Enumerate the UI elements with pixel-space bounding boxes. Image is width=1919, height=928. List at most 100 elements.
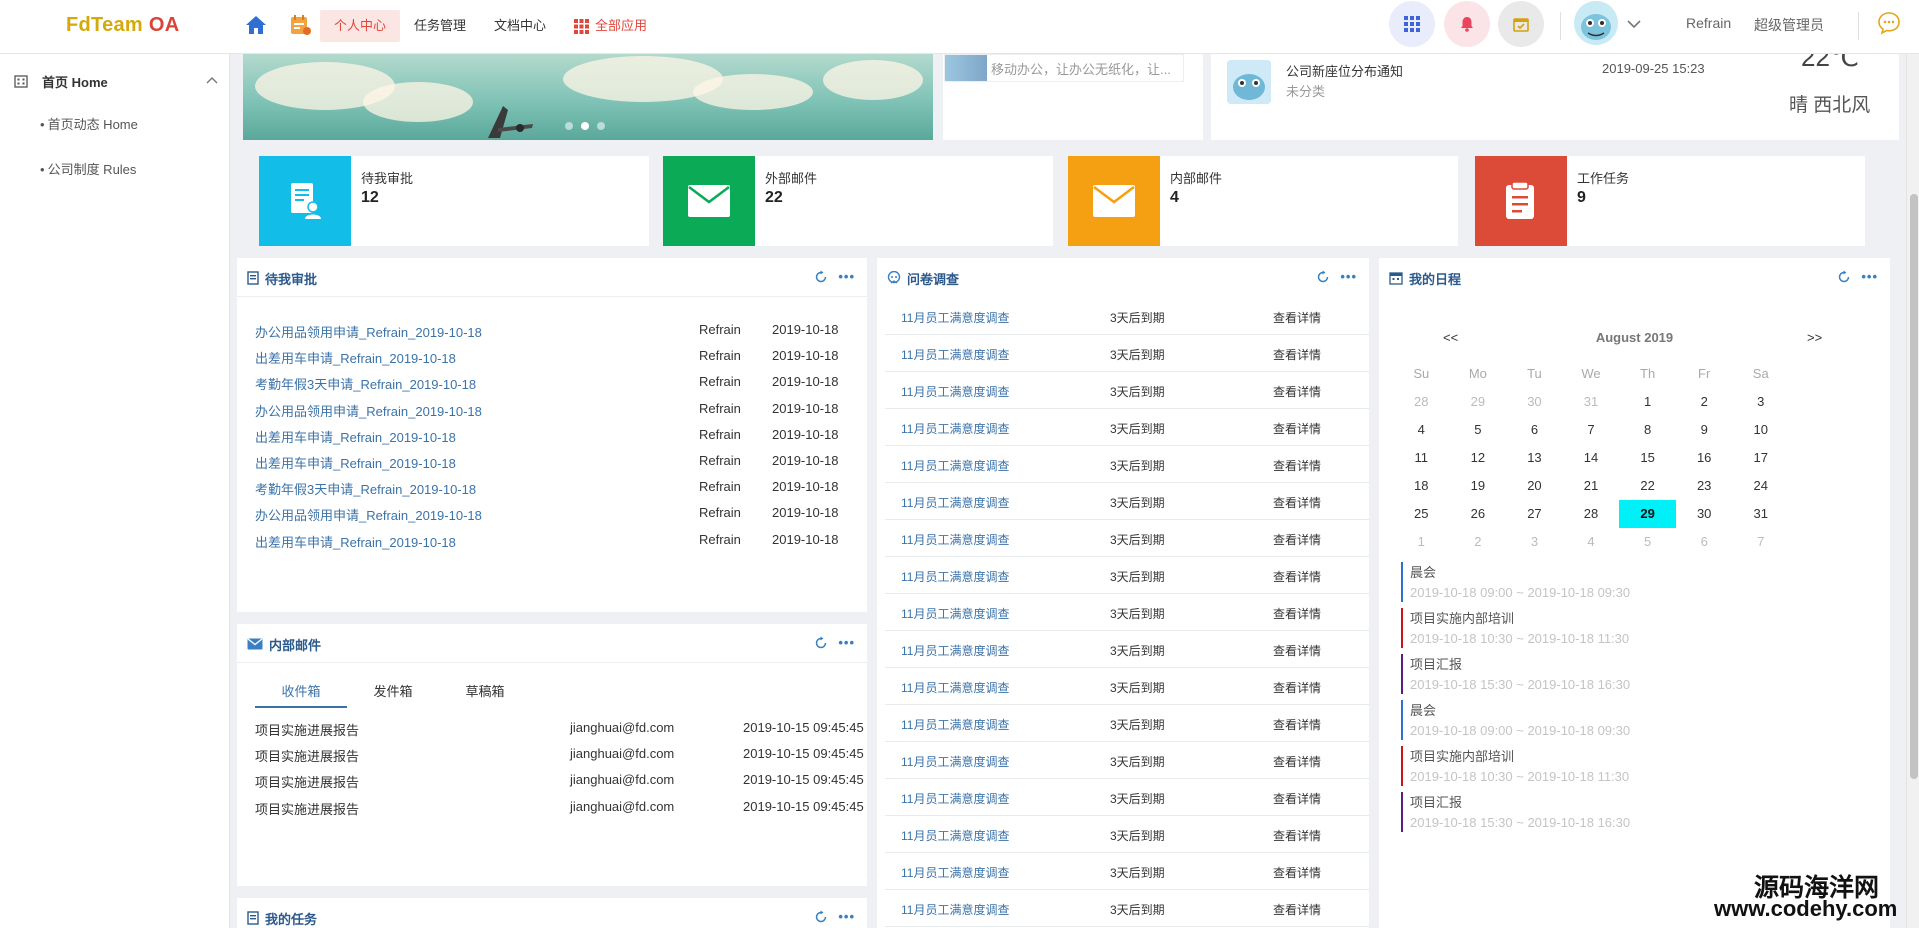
calendar-day[interactable]: 22 [1619, 472, 1676, 500]
approval-row[interactable]: 出差用车申请_Refrain_2019-10-18 Refrain 2019-10-… [255, 348, 867, 368]
approval-row[interactable]: 办公用品领用申请_Refrain_2019-10-18 Refrain 2019-1… [255, 401, 867, 421]
carousel-dot-active[interactable] [581, 122, 589, 130]
survey-name[interactable]: 11月员工满意度调查 [901, 827, 1009, 844]
sidebar-item-home-feed[interactable]: 首页动态 Home [40, 114, 138, 133]
mail-subject[interactable]: 项目实施进展报告 [255, 772, 359, 791]
calendar-day[interactable]: 15 [1619, 444, 1676, 472]
survey-name[interactable]: 11月员工满意度调查 [901, 679, 1009, 696]
calendar-app-icon[interactable] [288, 13, 312, 37]
calendar-day[interactable]: 14 [1563, 444, 1620, 472]
carousel-dot[interactable] [565, 122, 573, 130]
survey-name[interactable]: 11月员工满意度调查 [901, 605, 1009, 622]
approval-title[interactable]: 出差用车申请_Refrain_2019-10-18 [255, 532, 456, 551]
calendar-day[interactable]: 28 [1563, 500, 1620, 528]
tab-drafts[interactable]: 草稿箱 [439, 676, 531, 708]
notice-title[interactable]: 公司新座位分布通知 [1286, 61, 1403, 80]
approval-title[interactable]: 考勤年假3天申请_Refrain_2019-10-18 [255, 479, 476, 498]
survey-name[interactable]: 11月员工满意度调查 [901, 346, 1009, 363]
calendar-day[interactable]: 1 [1393, 528, 1450, 556]
survey-row[interactable]: 11月员工满意度调查 3天后到期 查看详情 [885, 668, 1369, 705]
calendar-day[interactable]: 30 [1676, 500, 1733, 528]
survey-name[interactable]: 11月员工满意度调查 [901, 383, 1009, 400]
survey-row[interactable]: 11月员工满意度调查 3天后到期 查看详情 [885, 816, 1369, 853]
survey-name[interactable]: 11月员工满意度调查 [901, 716, 1009, 733]
sidebar-section-home[interactable]: 首页 Home [14, 66, 219, 96]
calendar-day[interactable]: 30 [1506, 388, 1563, 416]
stat-card-external-mail[interactable]: 外部邮件 22 [663, 156, 1053, 246]
survey-name[interactable]: 11月员工满意度调查 [901, 790, 1009, 807]
survey-view-details-link[interactable]: 查看详情 [1273, 679, 1321, 696]
approval-row[interactable]: 办公用品领用申请_Refrain_2019-10-18 Refrain 2019-1… [255, 322, 867, 342]
tab-sent[interactable]: 发件箱 [347, 676, 439, 708]
refresh-icon[interactable] [1837, 270, 1851, 284]
calendar-day[interactable]: 3 [1732, 388, 1789, 416]
survey-row[interactable]: 11月员工满意度调查 3天后到期 查看详情 [885, 335, 1369, 372]
survey-row[interactable]: 11月员工满意度调查 3天后到期 查看详情 [885, 409, 1369, 446]
refresh-icon[interactable] [814, 636, 828, 650]
refresh-icon[interactable] [1316, 270, 1330, 284]
more-icon[interactable]: ••• [1861, 270, 1878, 283]
survey-row[interactable]: 11月员工满意度调查 3天后到期 查看详情 [885, 557, 1369, 594]
calendar-day[interactable]: 4 [1393, 416, 1450, 444]
schedule-event[interactable]: 晨会 2019-10-18 09:00 ~ 2019-10-18 09:30 [1401, 562, 1781, 602]
calendar-day[interactable]: 26 [1450, 500, 1507, 528]
calendar-day[interactable]: 28 [1393, 388, 1450, 416]
calendar-day[interactable]: 6 [1676, 528, 1733, 556]
survey-view-details-link[interactable]: 查看详情 [1273, 457, 1321, 474]
calendar-day[interactable]: 21 [1563, 472, 1620, 500]
nav-personal-center[interactable]: 个人中心 [320, 10, 401, 42]
more-icon[interactable]: ••• [838, 270, 855, 283]
stat-card-internal-mail[interactable]: 内部邮件 4 [1068, 156, 1458, 246]
survey-name[interactable]: 11月员工满意度调查 [901, 568, 1009, 585]
survey-name[interactable]: 11月员工满意度调查 [901, 864, 1009, 881]
calendar-day[interactable]: 2 [1676, 388, 1733, 416]
mail-row[interactable]: 项目实施进展报告 jianghuai@fd.com 2019-10-15 09:45… [255, 720, 867, 740]
carousel-dot[interactable] [597, 122, 605, 130]
calendar-day[interactable]: 6 [1506, 416, 1563, 444]
mail-subject[interactable]: 项目实施进展报告 [255, 746, 359, 765]
schedule-event[interactable]: 项目汇报 2019-10-18 15:30 ~ 2019-10-18 16:30 [1401, 654, 1781, 694]
survey-row[interactable]: 11月员工满意度调查 3天后到期 查看详情 [885, 853, 1369, 890]
calendar-day[interactable]: 2 [1450, 528, 1507, 556]
sidebar-item-rules[interactable]: 公司制度 Rules [40, 159, 137, 178]
survey-view-details-link[interactable]: 查看详情 [1273, 420, 1321, 437]
survey-row[interactable]: 11月员工满意度调查 3天后到期 查看详情 [885, 742, 1369, 779]
survey-name[interactable]: 11月员工满意度调查 [901, 642, 1009, 659]
approval-title[interactable]: 出差用车申请_Refrain_2019-10-18 [255, 348, 456, 367]
calendar-prev-button[interactable]: << [1443, 330, 1458, 345]
calendar-day[interactable]: 7 [1732, 528, 1789, 556]
survey-view-details-link[interactable]: 查看详情 [1273, 383, 1321, 400]
survey-view-details-link[interactable]: 查看详情 [1273, 309, 1321, 326]
apps-button[interactable] [1389, 1, 1435, 47]
calendar-day[interactable]: 20 [1506, 472, 1563, 500]
calendar-day[interactable]: 25 [1393, 500, 1450, 528]
survey-row[interactable]: 11月员工满意度调查 3天后到期 查看详情 [885, 520, 1369, 557]
notifications-button[interactable] [1444, 1, 1490, 47]
survey-name[interactable]: 11月员工满意度调查 [901, 901, 1009, 918]
survey-row[interactable]: 11月员工满意度调查 3天后到期 查看详情 [885, 446, 1369, 483]
nav-all-apps[interactable]: 全部应用 [560, 10, 661, 42]
calendar-day[interactable]: 31 [1732, 500, 1789, 528]
more-icon[interactable]: ••• [838, 636, 855, 649]
home-icon[interactable] [244, 13, 268, 37]
mail-subject[interactable]: 项目实施进展报告 [255, 799, 359, 818]
survey-view-details-link[interactable]: 查看详情 [1273, 346, 1321, 363]
survey-row[interactable]: 11月员工满意度调查 3天后到期 查看详情 [885, 594, 1369, 631]
calendar-day[interactable]: 4 [1563, 528, 1620, 556]
user-role[interactable]: 超级管理员 [1754, 15, 1824, 35]
avatar[interactable] [1574, 1, 1618, 45]
calendar-day[interactable]: 5 [1450, 416, 1507, 444]
approval-title[interactable]: 办公用品领用申请_Refrain_2019-10-18 [255, 505, 482, 524]
calendar-day[interactable]: 27 [1506, 500, 1563, 528]
approval-title[interactable]: 出差用车申请_Refrain_2019-10-18 [255, 453, 456, 472]
calendar-day-today[interactable]: 29 [1619, 500, 1676, 528]
calendar-day[interactable]: 16 [1676, 444, 1733, 472]
survey-row[interactable]: 11月员工满意度调查 3天后到期 查看详情 [885, 705, 1369, 742]
chevron-down-icon[interactable] [1626, 16, 1642, 32]
survey-row[interactable]: 11月员工满意度调查 3天后到期 查看详情 [885, 631, 1369, 668]
survey-name[interactable]: 11月员工满意度调查 [901, 457, 1009, 474]
survey-name[interactable]: 11月员工满意度调查 [901, 494, 1009, 511]
calendar-day[interactable]: 1 [1619, 388, 1676, 416]
scrollbar-thumb[interactable] [1910, 194, 1918, 779]
approval-title[interactable]: 出差用车申请_Refrain_2019-10-18 [255, 427, 456, 446]
